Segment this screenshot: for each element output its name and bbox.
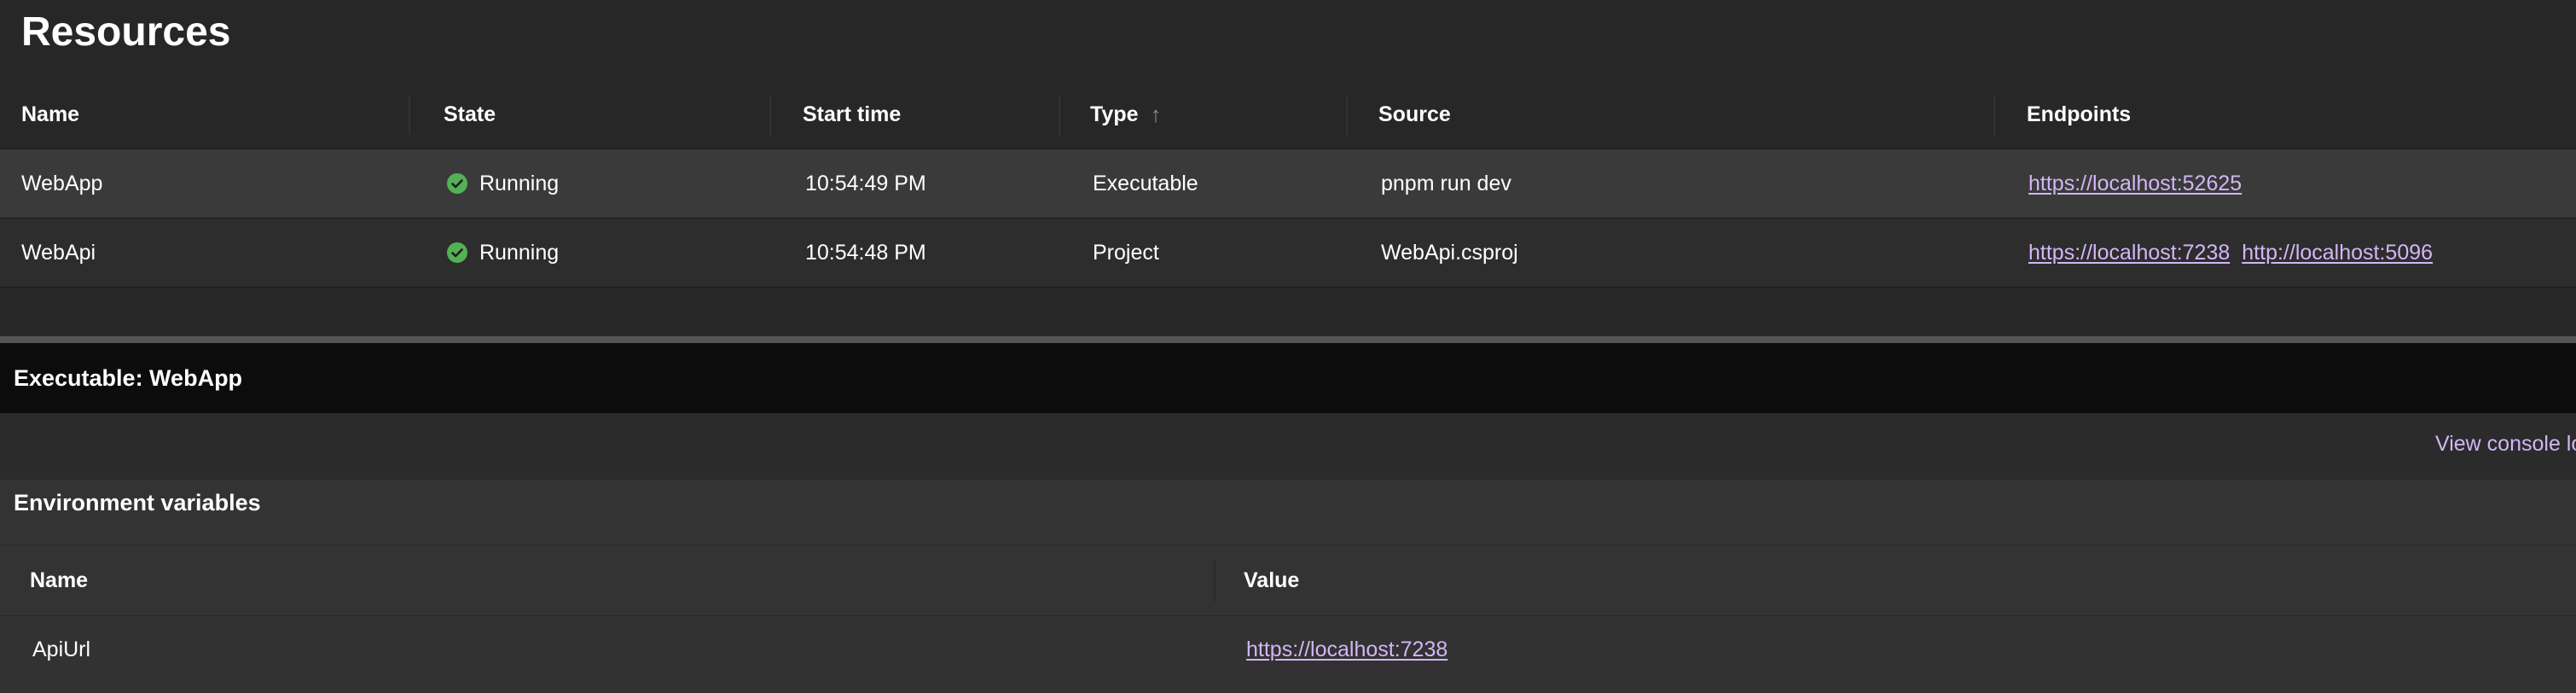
column-header-source[interactable]: Source [1378,80,1451,148]
resources-page: Resources Name State Start time Type ↑ S… [0,0,2576,693]
env-var-value-link[interactable]: https://localhost:7238 [1246,638,1448,662]
env-var-value: https://localhost:7238 [1246,616,1448,683]
resource-endpoints: https://localhost:7238 http://localhost:… [2028,218,2433,287]
column-header-state[interactable]: State [444,80,496,148]
resource-state: Running [447,218,559,287]
endpoint-link[interactable]: http://localhost:5096 [2242,241,2433,265]
endpoint-link[interactable]: https://localhost:52625 [2028,172,2242,196]
table-header-row: Name State Start time Type ↑ Source Endp… [0,80,2576,148]
table-row[interactable]: WebApi Running 10:54:48 PM Project WebAp… [0,218,2576,288]
details-title: Executable: WebApp [14,364,243,391]
column-divider[interactable] [769,96,771,135]
details-toolbar: View console logs [0,413,2576,480]
section-title: Environment variables [14,490,261,515]
column-header-start-time[interactable]: Start time [803,80,901,148]
details-header: Executable: WebApp [0,343,2576,413]
resource-type: Executable [1093,171,1198,195]
column-divider[interactable] [1059,96,1060,135]
resource-endpoints: https://localhost:52625 [2028,149,2242,218]
resource-start-time: 10:54:49 PM [805,171,926,195]
table-row[interactable]: WebApp Running 10:54:49 PM Executable pn… [0,148,2576,218]
resource-state: Running [447,149,559,218]
environment-variables-section: Environment variables Name Value ApiUrl … [0,480,2576,693]
column-divider[interactable] [1993,96,1995,135]
page-title: Resources [21,9,231,55]
resource-name: WebApp [21,171,103,195]
view-console-logs-link[interactable]: View console logs [2435,432,2576,457]
table-header-row: Name Value [0,545,2576,615]
column-divider[interactable] [1214,559,1215,602]
check-circle-icon [447,242,467,263]
column-header-name[interactable]: Name [30,545,88,615]
resource-type: Project [1093,240,1159,265]
resources-table: Name State Start time Type ↑ Source Endp… [0,80,2576,288]
column-divider[interactable] [409,96,410,135]
panel-splitter[interactable] [0,336,2576,343]
column-header-value[interactable]: Value [1244,545,1299,615]
check-circle-icon [447,173,467,194]
table-row: ApiUrl https://localhost:7238 [0,615,2576,683]
column-divider[interactable] [1346,96,1348,135]
column-header-type[interactable]: Type ↑ [1090,80,1162,148]
environment-variables-table: Name Value ApiUrl https://localhost:7238 [0,544,2576,693]
column-header-endpoints[interactable]: Endpoints [2027,80,2131,148]
arrow-up-icon: ↑ [1150,101,1162,127]
resource-state-label: Running [479,171,560,195]
resource-state-label: Running [479,240,560,265]
resource-source: pnpm run dev [1381,171,1511,195]
endpoint-link[interactable]: https://localhost:7238 [2028,241,2230,265]
column-header-type-label: Type [1090,102,1139,126]
resource-name: WebApi [21,240,96,265]
resource-start-time: 10:54:48 PM [805,240,926,265]
column-header-name[interactable]: Name [21,80,79,148]
resource-source: WebApi.csproj [1381,240,1518,265]
env-var-name: ApiUrl [32,637,91,661]
